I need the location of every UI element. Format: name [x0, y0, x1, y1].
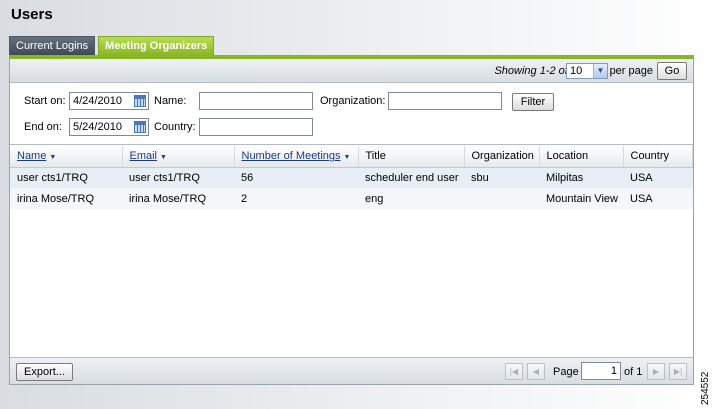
start-on-label: Start on: — [24, 95, 66, 107]
column-header-meetings[interactable]: Number of Meetings ▼ — [234, 146, 359, 168]
column-header-location: Location — [539, 146, 624, 168]
sort-down-icon: ▼ — [343, 154, 351, 162]
sort-down-icon: ▼ — [160, 154, 167, 162]
cell-country: USA — [623, 188, 693, 209]
first-page-icon[interactable]: |◀ — [505, 363, 523, 380]
results-count: Showing 1-2 of 2 — [494, 65, 577, 77]
page-label: Page — [553, 366, 579, 378]
filter-form: Start on: 4/24/2010 Name: Organization: … — [10, 84, 693, 145]
cell-name: user cts1/TRQ — [10, 167, 122, 188]
start-date-input[interactable]: 4/24/2010 — [69, 92, 149, 110]
start-date-value: 4/24/2010 — [73, 95, 122, 107]
paging-toolbar: Showing 1-2 of 2 10 ▼ per page Go — [10, 59, 693, 83]
users-page: Users Current Logins Meeting Organizers … — [0, 0, 714, 409]
table-footer: Export... |◀ ◀ Page 1 of 1 ▶ ▶| — [10, 357, 693, 384]
column-header-organization: Organization — [464, 146, 540, 168]
cell-location: Mountain View — [539, 188, 623, 209]
end-date-value: 5/24/2010 — [73, 121, 122, 133]
figure-number: 254552 — [700, 371, 711, 405]
cell-meetings: 56 — [234, 167, 358, 188]
go-button[interactable]: Go — [657, 62, 687, 80]
cell-organization: sbu — [464, 167, 539, 188]
tab-current-logins[interactable]: Current Logins — [9, 36, 96, 56]
next-page-icon[interactable]: ▶ — [647, 363, 665, 380]
cell-title: scheduler end user — [358, 167, 464, 188]
table-header-row: Name ▼ Email ▼ Number of Meetings ▼ Title O… — [10, 146, 693, 168]
per-page-label: per page — [609, 65, 653, 77]
cell-country: USA — [623, 167, 693, 188]
export-button[interactable]: Export... — [16, 363, 73, 381]
cell-organization — [464, 188, 539, 209]
page-title: Users — [11, 6, 53, 23]
organization-label: Organization: — [320, 95, 386, 107]
previous-page-icon[interactable]: ◀ — [527, 363, 545, 380]
column-header-email[interactable]: Email ▼ — [122, 146, 235, 168]
column-header-name[interactable]: Name ▼ — [10, 146, 123, 168]
filter-button[interactable]: Filter — [512, 93, 554, 111]
page-number-input[interactable]: 1 — [581, 362, 621, 380]
cell-email: user cts1/TRQ — [122, 167, 234, 188]
last-page-icon[interactable]: ▶| — [669, 363, 687, 380]
organizers-panel: Showing 1-2 of 2 10 ▼ per page Go Start … — [9, 59, 694, 385]
end-date-input[interactable]: 5/24/2010 — [69, 118, 149, 136]
table-row[interactable]: user cts1/TRQ user cts1/TRQ 56 scheduler… — [10, 167, 693, 188]
cell-name: irina Mose/TRQ — [10, 188, 122, 209]
per-page-value: 10 — [570, 65, 583, 77]
cell-meetings: 2 — [234, 188, 358, 209]
calendar-icon[interactable] — [134, 121, 146, 133]
cell-email: irina Mose/TRQ — [122, 188, 234, 209]
column-header-title: Title — [358, 146, 465, 168]
column-header-country: Country — [623, 146, 693, 168]
tab-strip: Current Logins Meeting Organizers — [9, 36, 217, 56]
organization-input[interactable] — [388, 92, 502, 110]
cell-title: eng — [358, 188, 464, 209]
tab-meeting-organizers[interactable]: Meeting Organizers — [98, 36, 215, 56]
calendar-icon[interactable] — [134, 95, 146, 107]
per-page-select[interactable]: 10 ▼ — [566, 63, 608, 79]
cell-location: Milpitas — [539, 167, 623, 188]
organizers-table: Name ▼ Email ▼ Number of Meetings ▼ Title O… — [10, 146, 693, 209]
name-input[interactable] — [199, 92, 313, 110]
country-label: Country: — [154, 121, 196, 133]
name-label: Name: — [154, 95, 187, 107]
end-on-label: End on: — [24, 121, 62, 133]
country-input[interactable] — [199, 118, 313, 136]
table-row[interactable]: irina Mose/TRQ irina Mose/TRQ 2 eng Moun… — [10, 188, 693, 209]
page-total-label: of 1 — [624, 366, 643, 378]
chevron-down-icon[interactable]: ▼ — [593, 64, 607, 78]
sort-down-icon: ▼ — [49, 154, 57, 162]
